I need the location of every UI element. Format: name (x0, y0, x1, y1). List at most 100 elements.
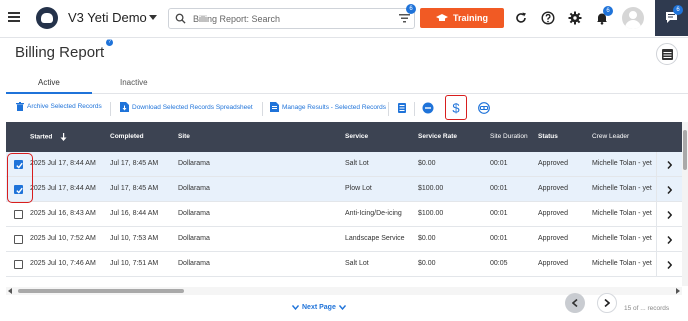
cell-service-rate: $0.00 (418, 260, 436, 267)
cell-started: 2025 Jul 17, 8:44 AM (30, 160, 96, 167)
row-expand-button[interactable] (656, 202, 682, 227)
cell-started: 2025 Jul 10, 7:52 AM (30, 235, 96, 242)
chevron-right-icon (667, 210, 672, 219)
search-bar[interactable]: 6 (168, 4, 416, 29)
cell-completed: Jul 10, 7:51 AM (110, 260, 159, 267)
next-page-label: Next Page (302, 304, 336, 311)
chevron-left-icon (572, 299, 578, 307)
selected-checkboxes-highlight (7, 153, 33, 203)
sort-down-arrow-icon[interactable] (60, 133, 67, 141)
next-page-link[interactable]: Next Page (292, 304, 346, 311)
column-header-completed[interactable]: Completed (110, 133, 144, 140)
cell-site-duration: 00:01 (490, 160, 508, 167)
billing-status-icon[interactable] (478, 102, 490, 114)
column-header-crew-leader[interactable]: Crew Leader (592, 133, 629, 140)
toolbar-divider (110, 102, 111, 116)
tab-inactive[interactable]: Inactive (120, 78, 148, 87)
filter-icon[interactable] (399, 14, 410, 23)
row-expand-button[interactable] (656, 177, 682, 202)
archive-label: Archive Selected Records (27, 103, 102, 110)
archive-button[interactable]: Archive Selected Records (16, 102, 102, 111)
chevron-right-icon (667, 160, 672, 169)
chevron-right-icon (667, 185, 672, 194)
column-header-service-rate[interactable]: Service Rate (418, 133, 457, 140)
cell-completed: Jul 16, 8:44 AM (110, 210, 159, 217)
vertical-scrollbar[interactable] (682, 122, 688, 286)
app-title[interactable]: V3 Yeti Demo (68, 10, 147, 25)
cell-service-rate: $0.00 (418, 160, 436, 167)
column-header-status[interactable]: Status (538, 133, 558, 140)
cell-site-duration: 00:01 (490, 185, 508, 192)
list-icon[interactable] (396, 102, 408, 114)
help-icon[interactable] (541, 11, 555, 25)
table-row[interactable]: 2025 Jul 10, 7:46 AM Jul 10, 7:51 AM Dolla… (6, 252, 682, 277)
table-row[interactable]: 2025 Jul 16, 8:43 AM Jul 16, 8:44 AM Dolla… (6, 202, 682, 227)
cell-service-rate: $0.00 (418, 235, 436, 242)
table-row[interactable]: 2025 Jul 10, 7:52 AM Jul 10, 7:53 AM Dolla… (6, 227, 682, 252)
cell-site: Dollarama (178, 210, 210, 217)
cell-service: Salt Lot (345, 260, 369, 267)
chat-badge: 6 (673, 5, 683, 15)
avatar[interactable] (622, 7, 644, 29)
menu-icon[interactable] (8, 12, 20, 22)
scroll-left-arrow-icon[interactable] (8, 288, 12, 294)
chevron-right-icon (604, 299, 610, 307)
cell-site-duration: 00:05 (490, 260, 508, 267)
cell-site-duration: 00:01 (490, 210, 508, 217)
cell-status: Approved (538, 185, 568, 192)
cell-site: Dollarama (178, 160, 210, 167)
search-icon (175, 13, 186, 24)
row-checkbox[interactable] (14, 210, 23, 219)
page-help-icon[interactable]: ? (106, 39, 113, 46)
next-page-button[interactable] (597, 293, 617, 313)
search-input[interactable] (193, 12, 383, 26)
training-label: Training (452, 13, 488, 23)
download-button[interactable]: Download Selected Records Spreadsheet (120, 102, 253, 112)
billing-table: Started Completed Site Service Service R… (6, 122, 682, 286)
table-row[interactable]: 2025 Jul 17, 8:44 AM Jul 17, 8:45 AM Dolla… (6, 177, 682, 202)
chevron-right-icon (667, 235, 672, 244)
toolbar-divider (388, 102, 389, 116)
cell-started: 2025 Jul 16, 8:43 AM (30, 210, 96, 217)
download-icon (120, 102, 129, 112)
record-count: 15 of ... records (624, 305, 670, 312)
cell-completed: Jul 10, 7:53 AM (110, 235, 159, 242)
previous-page-button[interactable] (565, 293, 585, 313)
trash-icon (16, 102, 24, 111)
cell-started: 2025 Jul 10, 7:46 AM (30, 260, 96, 267)
cell-crew-leader: Michelle Tolan - yet (592, 160, 652, 167)
columns-toggle-button[interactable] (656, 43, 678, 65)
refresh-icon[interactable] (514, 11, 528, 25)
column-header-started[interactable]: Started (30, 133, 67, 141)
chat-button[interactable]: 6 (655, 0, 688, 36)
scroll-right-arrow-icon[interactable] (676, 288, 680, 294)
more-options-icon[interactable] (422, 102, 434, 114)
cell-crew-leader: Michelle Tolan - yet (592, 260, 652, 267)
column-header-site-duration[interactable]: Site Duration (490, 133, 528, 140)
table-row[interactable]: 2025 Jul 17, 8:44 AM Jul 17, 8:45 AM Dolla… (6, 152, 682, 177)
row-expand-button[interactable] (656, 227, 682, 252)
row-expand-button[interactable] (656, 252, 682, 277)
manage-results-button[interactable]: Manage Results - Selected Records (270, 102, 386, 112)
row-checkbox[interactable] (14, 235, 23, 244)
billing-dollar-button[interactable]: $ (445, 95, 467, 120)
chevron-down-icon[interactable] (149, 15, 157, 20)
column-header-site[interactable]: Site (178, 133, 190, 140)
graduation-cap-icon (435, 14, 448, 21)
cell-site: Dollarama (178, 185, 210, 192)
active-tab-indicator (6, 92, 92, 94)
svg-text:$: $ (452, 101, 460, 115)
tab-active[interactable]: Active (38, 78, 60, 87)
chevron-right-icon (667, 260, 672, 269)
cell-service: Salt Lot (345, 160, 369, 167)
column-header-service[interactable]: Service (345, 133, 368, 140)
cell-service-rate: $100.00 (418, 185, 444, 192)
row-expand-button[interactable] (656, 152, 682, 177)
cell-status: Approved (538, 160, 568, 167)
training-button[interactable]: Training (420, 8, 504, 28)
gear-icon[interactable] (568, 11, 582, 25)
toolbar-divider (262, 102, 263, 116)
cell-status: Approved (538, 235, 568, 242)
row-checkbox[interactable] (14, 260, 23, 269)
cell-status: Approved (538, 210, 568, 217)
